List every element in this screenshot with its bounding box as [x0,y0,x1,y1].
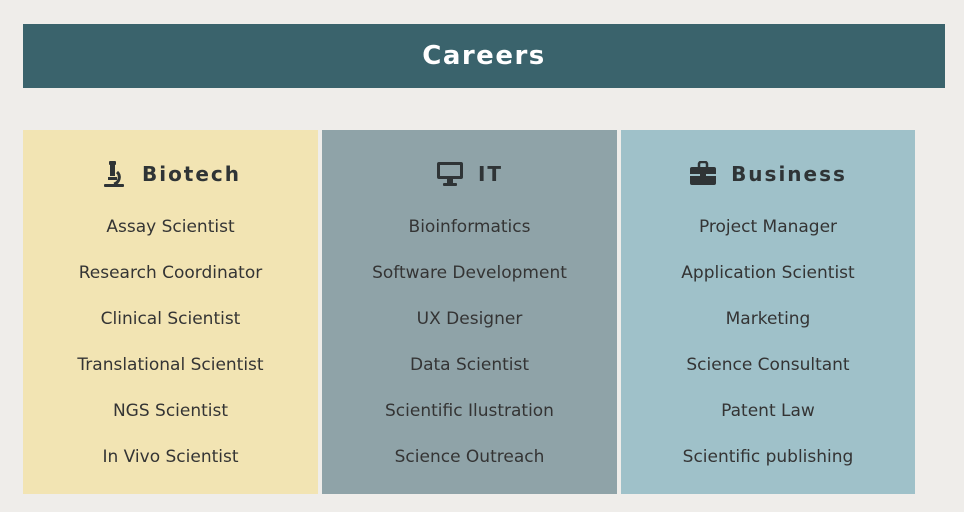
career-item: Patent Law [721,401,815,421]
column-header-business: Business [621,158,915,190]
briefcase-icon [689,160,717,188]
column-title: IT [477,162,504,186]
career-item: Scientific publishing [682,447,854,467]
career-item: Application Scientist [681,263,855,283]
career-list: Project Manager Application Scientist Ma… [621,212,915,488]
column-title: Biotech [141,162,242,186]
career-item: Bioinformatics [408,217,531,237]
column-it: IT Bioinformatics Software Development U… [322,130,617,494]
column-header-it: IT [322,158,617,190]
career-item: Scientific Ilustration [385,401,554,421]
career-item: Translational Scientist [77,355,264,375]
monitor-icon [436,160,464,188]
column-biotech: Biotech Assay Scientist Research Coordin… [23,130,318,494]
career-item: Research Coordinator [78,263,263,283]
career-item: Science Consultant [686,355,850,375]
career-item: Software Development [372,263,567,283]
career-item: Marketing [725,309,811,329]
microscope-icon [100,160,128,188]
careers-banner: Careers [23,24,945,88]
column-header-biotech: Biotech [23,158,318,190]
career-item: UX Designer [416,309,523,329]
career-item: Assay Scientist [106,217,235,237]
career-item: NGS Scientist [112,401,229,421]
career-list: Bioinformatics Software Development UX D… [322,212,617,488]
career-list: Assay Scientist Research Coordinator Cli… [23,212,318,488]
career-item: In Vivo Scientist [102,447,239,467]
column-business: Business Project Manager Application Sci… [621,130,915,494]
career-item: Clinical Scientist [100,309,241,329]
page-title: Careers [422,41,546,71]
column-title: Business [731,162,847,186]
career-item: Data Scientist [410,355,529,375]
career-item: Science Outreach [394,447,545,467]
career-item: Project Manager [698,217,838,237]
